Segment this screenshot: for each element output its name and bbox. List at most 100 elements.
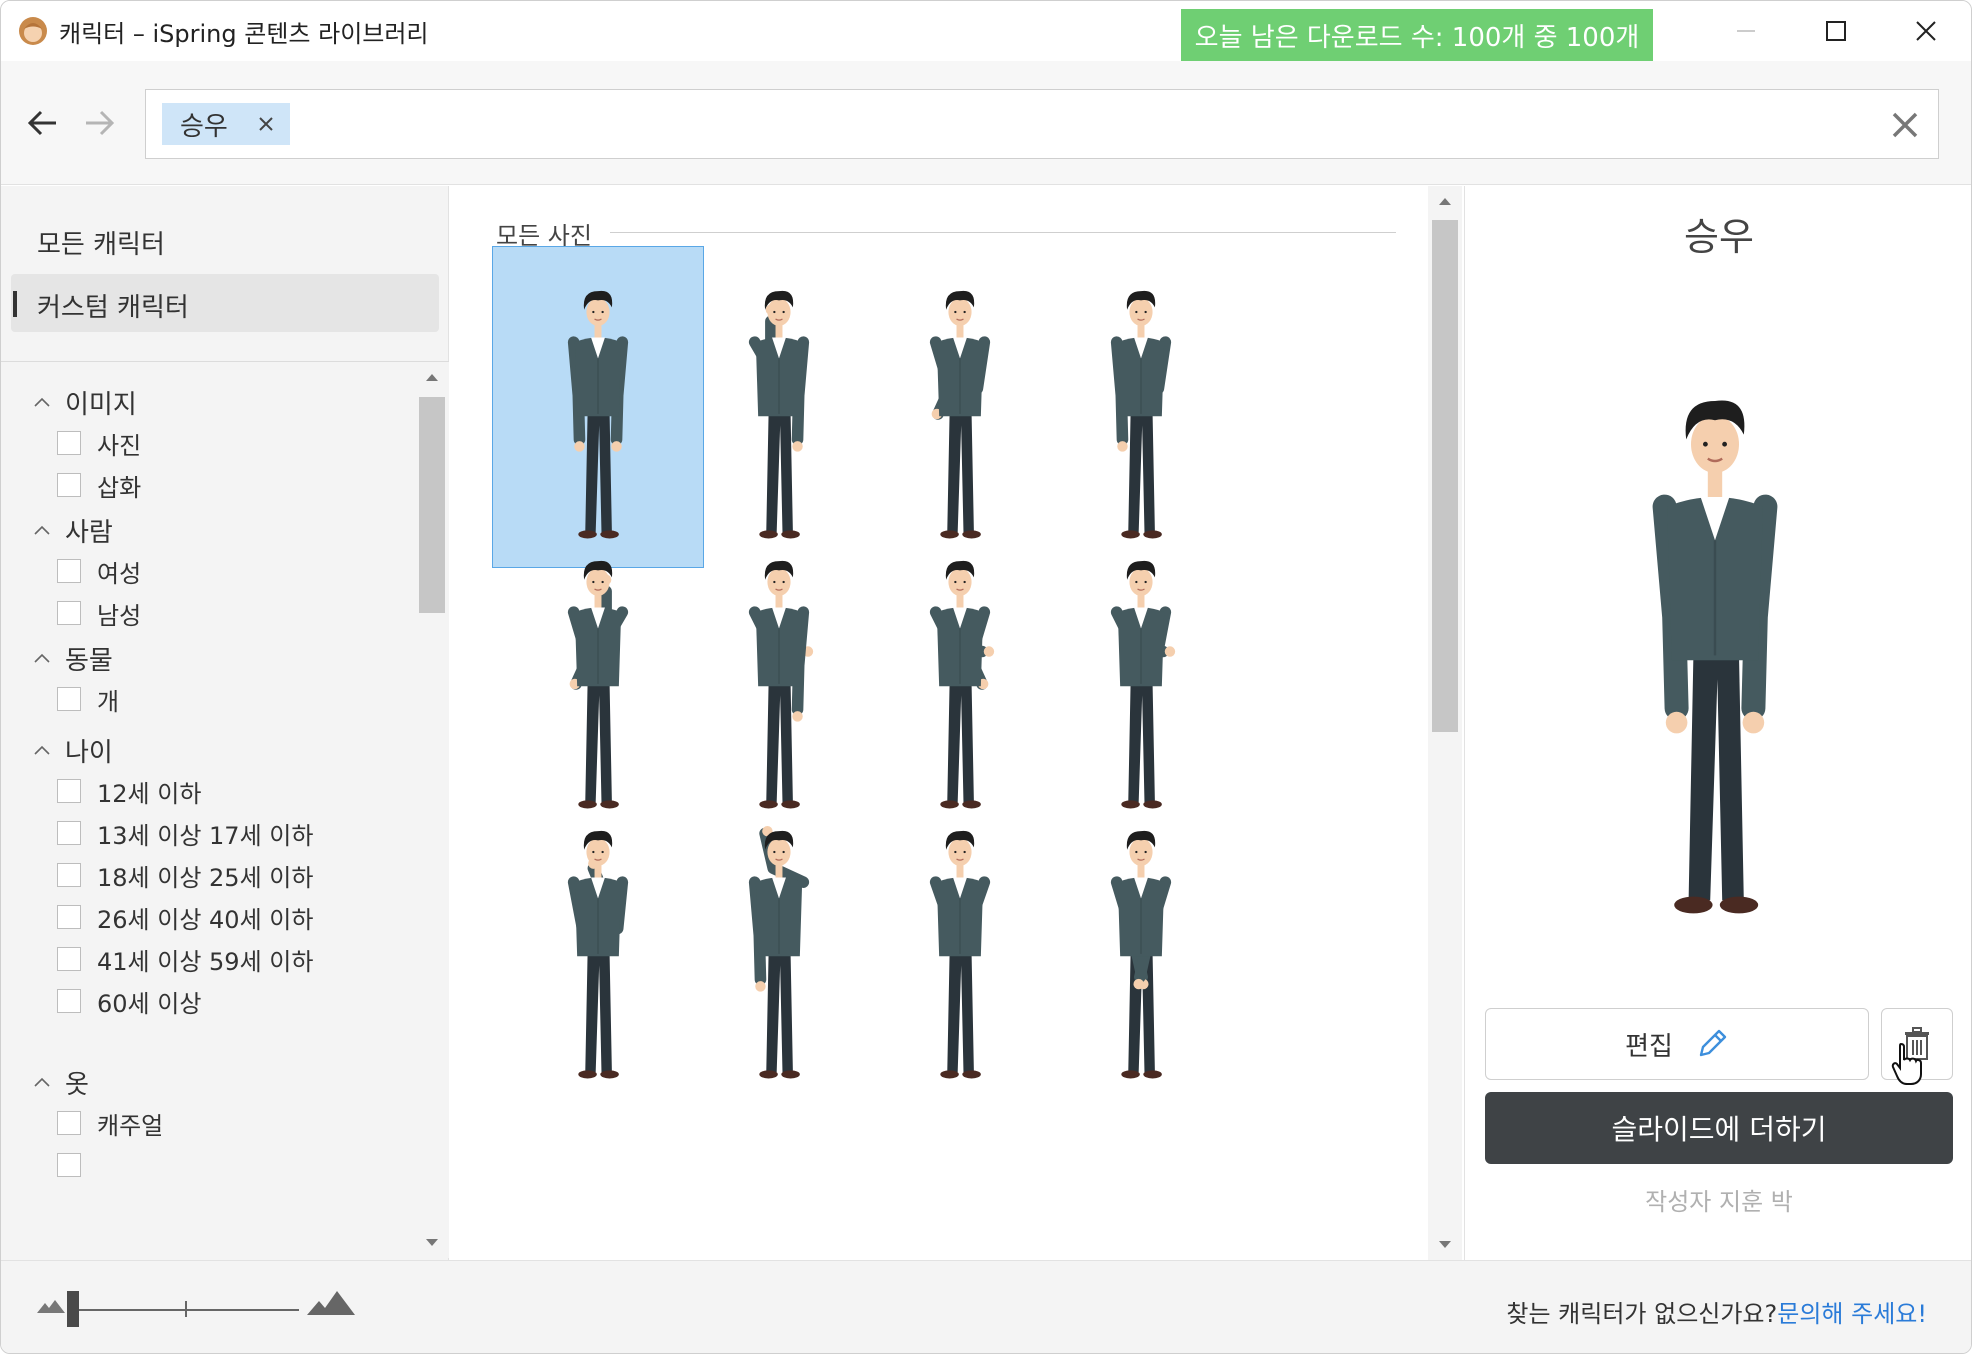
contact-link[interactable]: 문의해 주세요!	[1777, 1300, 1927, 1328]
filter-group-clothes: 옷 캐주얼	[29, 1062, 163, 1186]
checkbox[interactable]	[57, 1111, 81, 1135]
search-tag: 승우	[162, 103, 290, 145]
checkbox[interactable]	[57, 1153, 81, 1177]
filter-header-label: 나이	[65, 737, 113, 768]
scroll-up-icon[interactable]	[425, 372, 439, 382]
option-label: 41세 이상 59세 이하	[97, 947, 314, 976]
filter-option[interactable]: 60세 이상	[29, 980, 313, 1022]
minimize-button[interactable]	[1701, 1, 1791, 61]
scrollbar-thumb[interactable]	[1432, 220, 1458, 732]
filter-option[interactable]: 남성	[29, 592, 141, 634]
close-icon	[1892, 112, 1918, 138]
arrow-left-icon	[27, 110, 56, 136]
filter-header-label: 옷	[65, 1069, 89, 1100]
character-preview-image	[1595, 351, 1835, 931]
close-icon	[1916, 21, 1936, 41]
help-prompt: 찾는 캐릭터가 없으신가요?	[1506, 1300, 1778, 1328]
window-title: 캐릭터 – iSpring 콘텐츠 라이브러리	[59, 20, 429, 48]
option-label: 개	[97, 687, 120, 716]
checkbox[interactable]	[57, 559, 81, 583]
filter-option[interactable]: 삽화	[29, 464, 141, 506]
checkbox[interactable]	[57, 821, 81, 845]
filter-option[interactable]: 12세 이하	[29, 770, 313, 812]
filter-option[interactable]: 사진	[29, 422, 141, 464]
checkbox[interactable]	[57, 989, 81, 1013]
filter-header[interactable]: 이미지	[29, 382, 141, 422]
filter-header[interactable]: 동물	[29, 638, 119, 678]
scroll-down-icon[interactable]	[425, 1238, 439, 1248]
tag-remove-button[interactable]	[254, 112, 278, 136]
checkbox[interactable]	[57, 431, 81, 455]
checkbox[interactable]	[57, 779, 81, 803]
pencil-icon	[1695, 1027, 1729, 1061]
maximize-button[interactable]	[1791, 1, 1881, 61]
scroll-down-icon[interactable]	[1438, 1240, 1452, 1250]
edit-button-label: 편집	[1625, 1031, 1673, 1062]
checkbox[interactable]	[57, 947, 81, 971]
bottom-bar: 찾는 캐릭터가 없으신가요?문의해 주세요!	[1, 1260, 1971, 1353]
category-custom-characters[interactable]: 커스텀 캐릭터	[11, 274, 439, 332]
character-thumbnail[interactable]	[1035, 786, 1247, 1108]
chevron-up-icon	[29, 645, 55, 671]
filter-group-people: 사람 여성 남성	[29, 510, 141, 634]
filter-option[interactable]	[29, 1144, 163, 1186]
filter-option[interactable]: 13세 이상 17세 이하	[29, 812, 313, 854]
chevron-up-icon	[29, 1069, 55, 1095]
filter-header-label: 이미지	[65, 389, 137, 420]
option-label: 사진	[97, 431, 142, 460]
back-button[interactable]	[21, 101, 65, 145]
app-window: 캐릭터 – iSpring 콘텐츠 라이브러리 오늘 남은 다운로드 수: 10…	[0, 0, 1972, 1354]
filter-group-age: 나이 12세 이하 13세 이상 17세 이하 18세 이상 25세 이하 26…	[29, 730, 313, 1022]
scrollbar-thumb[interactable]	[419, 397, 445, 613]
filter-option[interactable]: 18세 이상 25세 이하	[29, 854, 313, 896]
gallery-scrollbar[interactable]	[1428, 186, 1462, 1260]
preview-panel: 승우 편집 슬라이드에 더하기 작성자 지훈 박	[1464, 186, 1971, 1260]
option-label: 남성	[97, 601, 142, 630]
edit-button[interactable]: 편집	[1485, 1008, 1869, 1080]
zoom-in-mountain-icon[interactable]	[307, 1287, 357, 1317]
character-face-icon	[19, 17, 47, 45]
arrow-right-icon	[86, 110, 115, 136]
filter-header[interactable]: 옷	[29, 1062, 163, 1102]
chevron-up-icon	[29, 389, 55, 415]
close-window-button[interactable]	[1881, 1, 1971, 61]
filter-header[interactable]: 나이	[29, 730, 313, 770]
zoom-out-mountain-icon[interactable]	[37, 1295, 65, 1315]
zoom-slider-track[interactable]	[69, 1309, 299, 1311]
zoom-slider-handle[interactable]	[67, 1291, 79, 1327]
filter-group-animals: 동물 개	[29, 638, 119, 720]
chevron-up-icon	[29, 737, 55, 763]
search-clear-button[interactable]	[1886, 106, 1924, 144]
sidebar: 모든 캐릭터 커스텀 캐릭터 이미지 사진 삽화 사람 여성 남성 동물 개 나…	[1, 186, 449, 1260]
scroll-up-icon[interactable]	[1438, 196, 1452, 206]
option-label: 18세 이상 25세 이하	[97, 863, 314, 892]
filter-option[interactable]: 41세 이상 59세 이하	[29, 938, 313, 980]
checkbox[interactable]	[57, 863, 81, 887]
filter-group-image: 이미지 사진 삽화	[29, 382, 141, 506]
hand-cursor-icon	[1891, 1042, 1922, 1085]
option-label: 60세 이상	[97, 989, 202, 1018]
checkbox[interactable]	[57, 601, 81, 625]
character-name: 승우	[1684, 215, 1754, 259]
search-tag-label: 승우	[180, 111, 228, 142]
checkbox[interactable]	[57, 473, 81, 497]
option-label: 삽화	[97, 473, 142, 502]
checkbox[interactable]	[57, 905, 81, 929]
checkbox[interactable]	[57, 687, 81, 711]
filter-option[interactable]: 여성	[29, 550, 141, 592]
category-all-characters[interactable]: 모든 캐릭터	[37, 224, 165, 261]
filter-option[interactable]: 26세 이상 40세 이하	[29, 896, 313, 938]
search-input[interactable]: 승우	[145, 89, 1939, 159]
section-divider	[610, 232, 1396, 233]
forward-button[interactable]	[77, 101, 121, 145]
add-to-slide-button[interactable]: 슬라이드에 더하기	[1485, 1092, 1953, 1164]
close-icon	[259, 117, 273, 131]
filter-scrollbar[interactable]	[415, 362, 449, 1258]
filter-option[interactable]: 캐주얼	[29, 1102, 163, 1144]
category-label: 커스텀 캐릭터	[37, 293, 189, 323]
active-indicator	[13, 291, 17, 317]
option-label: 여성	[97, 559, 142, 588]
filter-option[interactable]: 개	[29, 678, 119, 720]
option-label: 13세 이상 17세 이하	[97, 821, 314, 850]
filter-header[interactable]: 사람	[29, 510, 141, 550]
